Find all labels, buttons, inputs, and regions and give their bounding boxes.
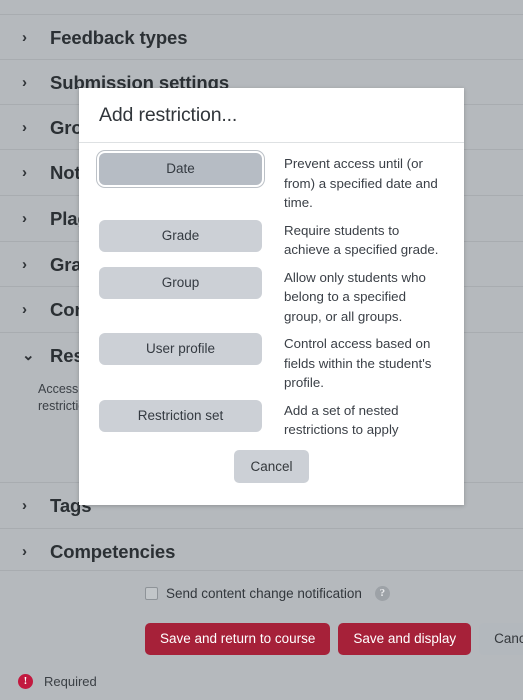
modal-body: Date Prevent access until (or from) a sp… [79,143,464,444]
modal-overlay: Add restriction... Date Prevent access u… [0,0,523,700]
restriction-option-button-cell: User profile [99,333,284,366]
restriction-option-grade-button[interactable]: Grade [99,219,262,252]
restriction-option-description: Control access based on fields within th… [284,336,432,390]
restriction-option-button-cell: Date [99,153,284,186]
restriction-option-row: Grade Require students to achieve a spec… [99,219,444,260]
restriction-option-row: Group Allow only students who belong to … [99,266,444,327]
restriction-option-button-cell: Restriction set [99,399,284,432]
modal-header: Add restriction... [79,88,464,143]
modal-footer: Cancel [79,444,464,505]
restriction-option-button-cell: Grade [99,219,284,252]
restriction-option-user-profile-button[interactable]: User profile [99,333,262,366]
modal-title: Add restriction... [99,103,238,126]
restriction-option-description: Prevent access until (or from) a specifi… [284,156,438,210]
restriction-option-description: Require students to achieve a specified … [284,222,439,258]
restriction-option-restriction-set-button[interactable]: Restriction set [99,399,262,432]
restriction-option-description: Allow only students who belong to a spec… [284,269,426,324]
add-restriction-modal: Add restriction... Date Prevent access u… [79,88,464,505]
restriction-option-row: Date Prevent access until (or from) a sp… [99,153,444,213]
restriction-option-group-button[interactable]: Group [99,266,262,299]
restriction-option-description: Add a set of nested restrictions to appl… [284,402,399,445]
restriction-option-button-cell: Group [99,266,284,299]
restriction-option-row: User profile Control access based on fie… [99,333,444,393]
modal-cancel-button[interactable]: Cancel [234,450,309,483]
restriction-option-row: Restriction set Add a set of nested rest… [99,399,444,445]
restriction-option-date-button[interactable]: Date [99,153,262,186]
